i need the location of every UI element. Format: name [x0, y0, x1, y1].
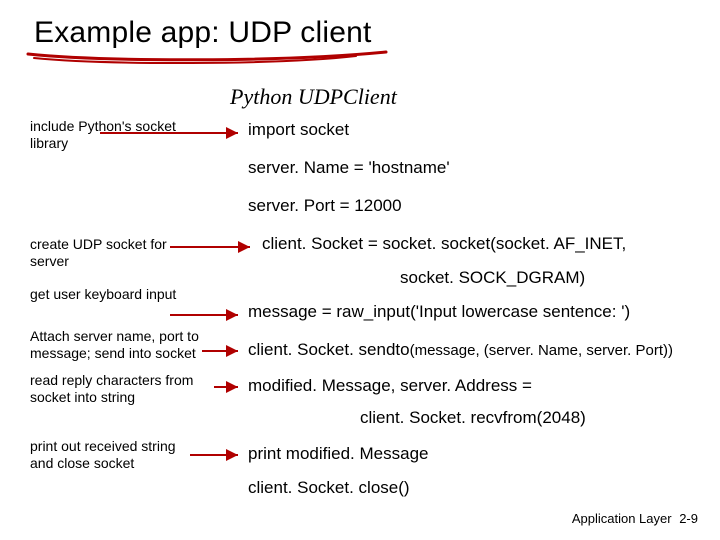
code-recvfrom-cont: client. Socket. recvfrom(2048) — [360, 408, 586, 428]
code-servername: server. Name = 'hostname' — [248, 158, 450, 178]
arrow-icon — [190, 448, 248, 462]
code-sendto: client. Socket. sendto(message, (server.… — [248, 340, 673, 360]
footer-label: Application Layer — [572, 511, 672, 526]
annotation-get-input: get user keyboard input — [30, 286, 200, 303]
slide: Example app: UDP client Python UDPClient… — [0, 0, 720, 540]
code-close: client. Socket. close() — [248, 478, 410, 498]
code-import: import socket — [248, 120, 349, 140]
arrow-icon — [100, 126, 248, 140]
code-rawinput: message = raw_input('Input lowercase sen… — [248, 302, 630, 322]
code-recvfrom: modified. Message, server. Address = — [248, 376, 532, 396]
title-underline-icon — [26, 48, 396, 66]
arrow-icon — [214, 380, 248, 394]
slide-subtitle: Python UDPClient — [230, 84, 690, 110]
arrow-icon — [170, 240, 260, 254]
code-serverport: server. Port = 12000 — [248, 196, 402, 216]
code-sendto-a: client. Socket. sendto — [248, 340, 410, 359]
arrow-icon — [170, 308, 248, 322]
annotation-sendto: Attach server name, port to message; sen… — [30, 328, 220, 362]
annotation-print-close: print out received string and close sock… — [30, 438, 200, 472]
code-sendto-b: (message, (server. Name, server. Port)) — [410, 342, 673, 359]
footer-page: 2-9 — [679, 511, 698, 526]
arrow-icon — [202, 344, 248, 358]
code-socket-create: client. Socket = socket. socket(socket. … — [262, 234, 626, 254]
code-print: print modified. Message — [248, 444, 428, 464]
footer: Application Layer 2-9 — [572, 511, 698, 526]
annotation-recvfrom: read reply characters from socket into s… — [30, 372, 220, 406]
slide-title: Example app: UDP client — [34, 16, 690, 50]
code-socket-create-cont: socket. SOCK_DGRAM) — [400, 268, 585, 288]
